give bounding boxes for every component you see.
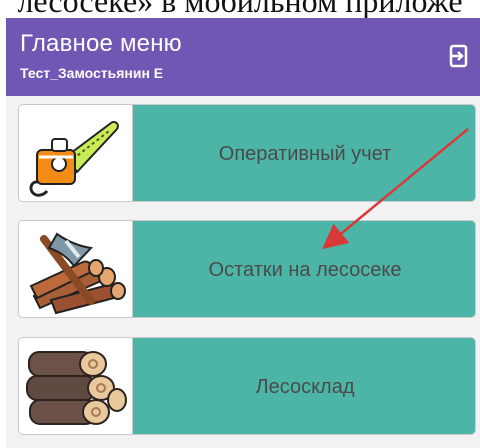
card-label-panel: Лесосклад [133,338,475,434]
logout-icon [449,44,468,68]
mobile-app-screen: Главное меню Тест_Замостьянин Е Оператив… [6,18,480,448]
card-icon-container [19,105,133,201]
app-header: Главное меню Тест_Замостьянин Е [6,18,480,96]
chainsaw-icon [29,120,119,197]
logout-button[interactable] [447,42,471,70]
card-icon-container [19,338,133,434]
menu-item-wood-yard[interactable]: Лесосклад [18,337,476,435]
menu-item-label: Остатки на лесосеке [208,259,402,281]
log-stack-icon [26,351,127,425]
axe-logs-icon [29,232,126,315]
menu-item-label: Оперативный учет [218,143,392,165]
card-label-panel: Оперативный учет [133,105,475,201]
card-label-panel: Остатки на лесосеке [133,221,475,317]
menu-item-label: Лесосклад [255,376,355,398]
screenshot-page: лесосеке» в мобильном приложе Главное ме… [0,0,480,448]
card-icon-container [19,221,133,317]
page-title: Главное меню [20,30,182,57]
menu-item-logging-site-remains[interactable]: Остатки на лесосеке [18,220,476,318]
user-name: Тест_Замостьянин Е [20,65,164,81]
menu-item-operational-accounting[interactable]: Оперативный учет [18,104,476,202]
